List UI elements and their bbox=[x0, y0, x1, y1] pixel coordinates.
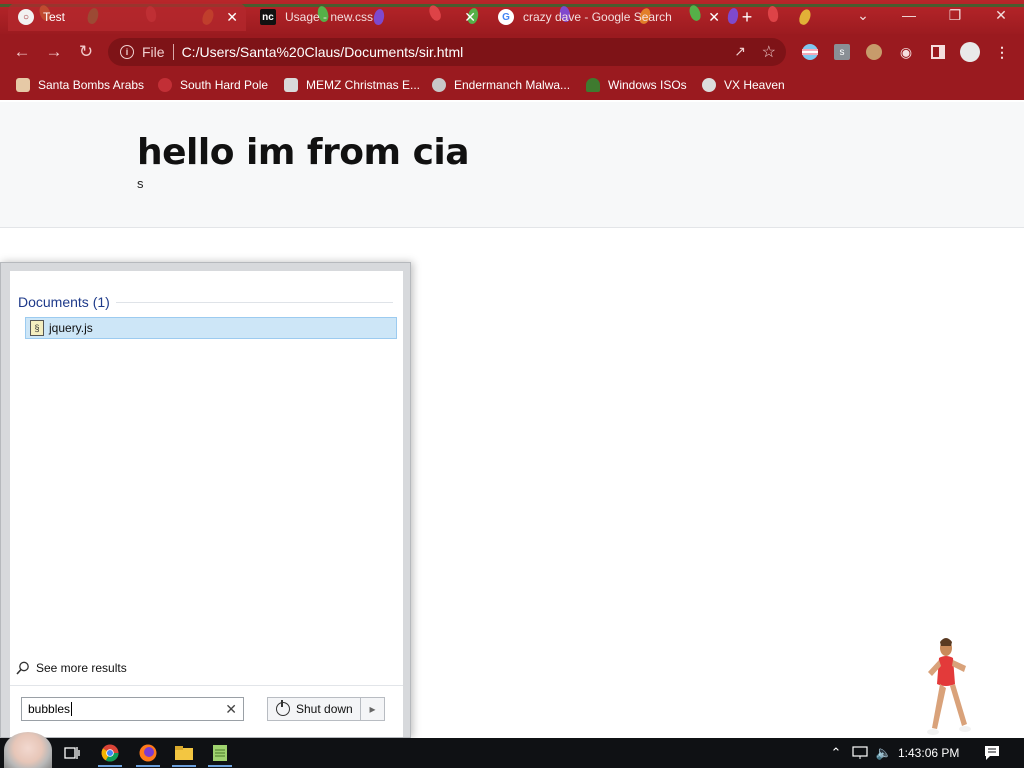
network-icon[interactable] bbox=[850, 743, 870, 763]
bookmark-windows-isos[interactable]: Windows ISOs bbox=[586, 76, 687, 94]
google-icon: G bbox=[498, 9, 514, 25]
kebab-menu-icon[interactable]: ⋮ bbox=[992, 42, 1012, 62]
trans-flag-extension-icon[interactable] bbox=[800, 42, 820, 62]
volume-icon[interactable]: 🔈 bbox=[874, 743, 894, 763]
bookmark-label: Windows ISOs bbox=[608, 78, 687, 92]
close-tab-icon[interactable]: ✕ bbox=[708, 9, 720, 26]
bookmark-label: South Hard Pole bbox=[180, 78, 269, 92]
active-app-indicator bbox=[98, 765, 122, 767]
address-bar[interactable]: i File C:/Users/Santa%20Claus/Documents/… bbox=[108, 38, 786, 66]
url-separator bbox=[172, 44, 174, 60]
snowflake-icon bbox=[158, 78, 172, 92]
start-menu-results: Documents (1) § jquery.js See more resul… bbox=[10, 271, 403, 737]
section-label: Documents (1) bbox=[18, 294, 110, 310]
s-extension-icon[interactable]: s bbox=[832, 42, 852, 62]
new-tab-button[interactable]: + bbox=[732, 2, 762, 32]
shut-down-label: Shut down bbox=[296, 702, 353, 716]
url-text: C:/Users/Santa%20Claus/Documents/sir.htm… bbox=[181, 44, 464, 60]
bookmark-memz-christmas[interactable]: MEMZ Christmas E... bbox=[284, 76, 420, 94]
bookmark-label: Santa Bombs Arabs bbox=[38, 78, 145, 92]
globe-icon: ○ bbox=[18, 9, 34, 25]
info-icon[interactable]: i bbox=[120, 45, 134, 59]
url-scheme: File bbox=[142, 44, 165, 60]
task-view-icon[interactable] bbox=[62, 743, 82, 763]
back-arrow-icon[interactable]: ← bbox=[10, 40, 34, 64]
documents-section-header: Documents (1) bbox=[18, 294, 393, 310]
shut-down-options-arrow-icon[interactable]: ▸ bbox=[360, 698, 384, 720]
action-center-icon[interactable] bbox=[982, 743, 1002, 763]
show-hidden-icons-chevron-icon[interactable]: ⌃ bbox=[826, 743, 846, 763]
file-explorer-taskbar-icon[interactable] bbox=[174, 743, 194, 763]
chrome-taskbar-icon[interactable] bbox=[100, 743, 120, 763]
start-menu-panel: Documents (1) § jquery.js See more resul… bbox=[0, 262, 411, 738]
reload-icon[interactable]: ↻ bbox=[74, 40, 98, 64]
close-tab-icon[interactable]: ✕ bbox=[226, 9, 238, 26]
notepad-taskbar-icon[interactable] bbox=[210, 743, 230, 763]
tab-usage-new-css[interactable]: nc Usage - new.css ✕ bbox=[250, 3, 484, 31]
section-rule bbox=[115, 301, 393, 303]
vx-heaven-icon bbox=[702, 78, 716, 92]
text-cursor bbox=[71, 702, 73, 716]
memz-icon bbox=[284, 78, 298, 92]
santa-icon bbox=[16, 78, 30, 92]
bookmark-label: VX Heaven bbox=[724, 78, 785, 92]
side-panel-icon[interactable] bbox=[928, 42, 948, 62]
magnifier-icon bbox=[16, 661, 30, 675]
tab-strip: ○ Test ✕ nc Usage - new.css ✕ G crazy da… bbox=[0, 0, 1024, 34]
face-extension-icon[interactable] bbox=[864, 42, 884, 62]
start-button-avatar-icon[interactable] bbox=[4, 732, 52, 768]
firefox-taskbar-icon[interactable] bbox=[138, 743, 158, 763]
dancing-figure-image bbox=[927, 638, 971, 735]
taskbar: ⌃ 🔈 bbox=[0, 738, 1024, 768]
forward-arrow-icon[interactable]: → bbox=[42, 40, 66, 64]
tab-label: Test bbox=[43, 10, 66, 24]
restore-button[interactable]: ❐ bbox=[932, 0, 978, 30]
active-app-indicator bbox=[208, 765, 232, 767]
see-more-results-link[interactable]: See more results bbox=[16, 661, 127, 675]
bookmark-santa-bombs-arabs[interactable]: Santa Bombs Arabs bbox=[16, 76, 144, 94]
page-title: hello im from cia bbox=[137, 132, 470, 173]
start-search-input[interactable]: bubbles ✕ bbox=[21, 697, 244, 721]
bookmark-endermanch-malware[interactable]: Endermanch Malwa... bbox=[432, 76, 570, 94]
tab-search-chevron-icon[interactable]: ⌄ bbox=[840, 0, 886, 30]
tab-google-search[interactable]: G crazy dave - Google Search ✕ bbox=[488, 3, 728, 31]
result-filename: jquery.js bbox=[49, 321, 93, 335]
bookmark-star-icon[interactable]: ☆ bbox=[762, 42, 776, 62]
browser-toolbar: ← → ↻ i File C:/Users/Santa%20Claus/Docu… bbox=[0, 34, 1024, 70]
share-icon[interactable]: ↗ bbox=[734, 43, 746, 60]
taskbar-clock[interactable]: 1:43:06 PM bbox=[898, 746, 959, 760]
shut-down-button[interactable]: Shut down ▸ bbox=[267, 697, 385, 721]
divider bbox=[10, 685, 403, 686]
tab-label: Usage - new.css bbox=[285, 10, 374, 24]
close-tab-icon[interactable]: ✕ bbox=[464, 9, 476, 26]
clear-search-icon[interactable]: ✕ bbox=[225, 701, 237, 718]
search-value: bubbles bbox=[28, 702, 71, 716]
christmas-bulb-icon bbox=[766, 5, 780, 23]
bookmark-label: MEMZ Christmas E... bbox=[306, 78, 421, 92]
minimize-button[interactable]: — bbox=[886, 0, 932, 30]
search-result-item[interactable]: § jquery.js bbox=[25, 317, 397, 339]
see-more-label: See more results bbox=[36, 661, 127, 675]
tree-icon bbox=[586, 78, 600, 92]
profile-avatar-icon[interactable] bbox=[960, 42, 980, 62]
active-app-indicator bbox=[172, 765, 196, 767]
bookmark-south-hard-pole[interactable]: South Hard Pole bbox=[158, 76, 268, 94]
puzzle-extensions-icon[interactable]: ◉ bbox=[896, 42, 916, 62]
active-app-indicator bbox=[136, 765, 160, 767]
christmas-bulb-icon bbox=[797, 7, 813, 27]
script-file-icon: § bbox=[30, 320, 44, 336]
newcss-favicon-icon: nc bbox=[260, 9, 276, 25]
enderman-icon bbox=[432, 78, 446, 92]
bookmarks-bar: Santa Bombs Arabs South Hard Pole MEMZ C… bbox=[0, 70, 1024, 100]
page-subtitle: s bbox=[137, 176, 144, 191]
close-window-button[interactable]: ✕ bbox=[978, 0, 1024, 30]
bookmark-label: Endermanch Malwa... bbox=[454, 78, 571, 92]
tab-test[interactable]: ○ Test ✕ bbox=[8, 3, 246, 31]
tab-label: crazy dave - Google Search bbox=[523, 10, 672, 24]
bookmark-vx-heaven[interactable]: VX Heaven bbox=[702, 76, 785, 94]
power-icon bbox=[276, 700, 290, 716]
